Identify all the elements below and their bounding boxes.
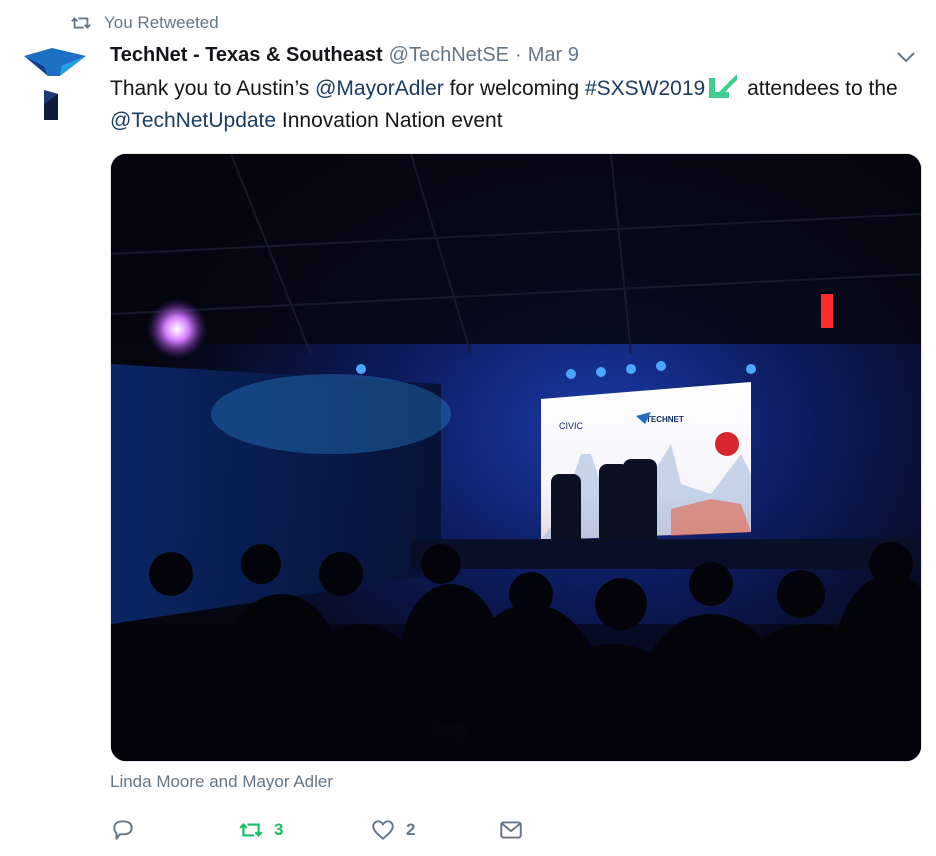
tweet-photo[interactable]: CIVIC TECHNET <box>110 153 922 762</box>
author-name[interactable]: TechNet - Texas & Southeast <box>110 44 383 67</box>
tweet-text-part: for welcoming <box>443 77 585 100</box>
tweet-date[interactable]: Mar 9 <box>528 44 579 67</box>
tagged-people[interactable]: Linda Moore and Mayor Adler <box>110 772 333 792</box>
heart-icon <box>372 820 394 840</box>
retweet-icon <box>239 823 263 837</box>
svg-text:TECHNET: TECHNET <box>646 415 684 424</box>
mention-link-technetupdate[interactable]: @TechNetUpdate <box>110 109 276 132</box>
envelope-icon <box>500 821 522 839</box>
mention-link-mayoradler[interactable]: @MayorAdler <box>315 77 444 100</box>
retweet-banner-label: You Retweeted <box>104 13 219 32</box>
like-count: 2 <box>406 820 416 839</box>
chevron-down-icon[interactable] <box>896 50 916 64</box>
tweet-text-part: Innovation Nation event <box>276 109 503 132</box>
sxsw-hashflag-icon <box>709 74 738 98</box>
author-handle[interactable]: @TechNetSE <box>389 44 509 67</box>
tweet-text: Thank you to Austin’s @MayorAdler for we… <box>110 72 920 137</box>
retweet-button[interactable]: 3 <box>238 817 283 843</box>
avatar[interactable] <box>22 48 88 126</box>
direct-message-button[interactable] <box>498 817 524 843</box>
tweet-text-part: attendees to the <box>741 77 898 100</box>
retweet-banner: You Retweeted <box>70 12 219 34</box>
retweet-count: 3 <box>274 820 284 839</box>
reply-icon <box>113 820 133 840</box>
separator: · <box>515 44 522 66</box>
tweet-text-part: Thank you to Austin’s <box>110 77 316 100</box>
reply-button[interactable] <box>110 817 146 843</box>
svg-text:CIVIC: CIVIC <box>559 421 584 431</box>
like-button[interactable]: 2 <box>370 817 415 843</box>
tweet-header: TechNet - Texas & Southeast @TechNetSE ·… <box>110 44 916 67</box>
hashtag-link[interactable]: #SXSW2019 <box>585 77 705 100</box>
retweet-icon <box>71 17 91 29</box>
